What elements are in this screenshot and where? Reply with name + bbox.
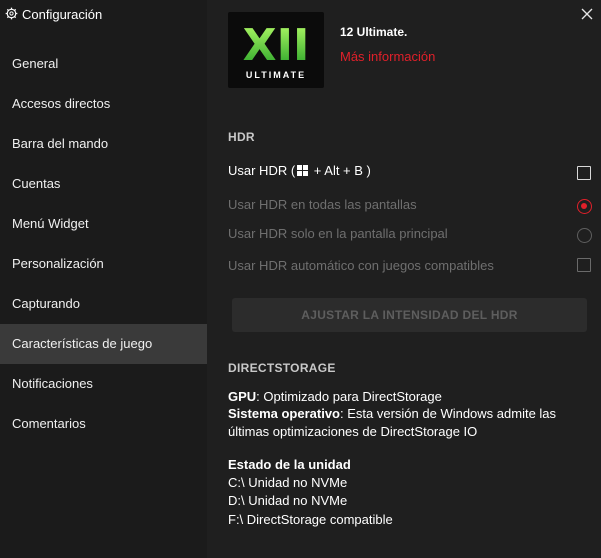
hdr-main-screen-label: Usar HDR solo en la pantalla principal: [228, 226, 448, 241]
auto-hdr-label: Usar HDR automático con juegos compatibl…: [228, 258, 494, 273]
sidebar-item-notificaciones[interactable]: Notificaciones: [0, 364, 207, 404]
os-status-line2: últimas optimizaciones de DirectStorage …: [228, 424, 478, 439]
adjust-hdr-intensity-button[interactable]: AJUSTAR LA INTENSIDAD DEL HDR: [232, 298, 587, 332]
sidebar-item-menu-widget[interactable]: Menú Widget: [0, 204, 207, 244]
drive-status-item: C:\ Unidad no NVMe: [228, 475, 348, 490]
gpu-status: GPU: Optimizado para DirectStorage: [228, 389, 442, 404]
more-info-link[interactable]: Más información: [340, 49, 435, 64]
sidebar-item-personalizacion[interactable]: Personalización: [0, 244, 207, 284]
sidebar-item-caracteristicas-de-juego[interactable]: Características de juego: [0, 324, 207, 364]
hdr-main-screen-radio[interactable]: [577, 228, 592, 243]
directstorage-section-title: DIRECTSTORAGE: [228, 361, 336, 375]
edition-logo: XII ULTIMATE: [228, 12, 324, 88]
use-hdr-checkbox[interactable]: [577, 166, 591, 180]
logo-subtitle: ULTIMATE: [245, 70, 307, 80]
hdr-all-screens-label: Usar HDR en todas las pantallas: [228, 197, 417, 212]
use-hdr-label: Usar HDR ( + Alt + B ): [228, 163, 371, 178]
sidebar-item-capturando[interactable]: Capturando: [0, 284, 207, 324]
gpu-label: GPU: [228, 389, 257, 404]
sidebar-item-comentarios[interactable]: Comentarios: [0, 404, 207, 444]
auto-hdr-checkbox[interactable]: [577, 258, 591, 272]
sidebar-item-general[interactable]: General: [0, 44, 207, 84]
drive-status-title: Estado de la unidad: [228, 457, 351, 472]
os-label: Sistema operativo: [228, 406, 340, 421]
sidebar-item-cuentas[interactable]: Cuentas: [0, 164, 207, 204]
edition-text: 12 Ultimate.: [340, 25, 408, 39]
svg-text:XII: XII: [243, 20, 310, 70]
windows-logo-icon: [297, 165, 309, 176]
drive-status-item: D:\ Unidad no NVMe: [228, 493, 348, 508]
gpu-value: : Optimizado para DirectStorage: [256, 389, 442, 404]
gear-icon: [5, 7, 18, 20]
close-icon[interactable]: [578, 4, 598, 24]
drive-status-item: F:\ DirectStorage compatible: [228, 512, 393, 527]
sidebar-item-accesos-directos[interactable]: Accesos directos: [0, 84, 207, 124]
os-status: Sistema operativo: Esta versión de Windo…: [228, 406, 556, 421]
use-hdr-prefix: Usar HDR (: [228, 163, 296, 178]
xii-logo-icon: XII: [243, 20, 310, 71]
sidebar: General Accesos directos Barra del mando…: [0, 0, 207, 558]
hdr-section-title: HDR: [228, 130, 255, 144]
os-value: : Esta versión de Windows admite las: [340, 406, 557, 421]
window-title: Configuración: [22, 7, 103, 22]
hdr-all-screens-radio[interactable]: [577, 199, 592, 214]
use-hdr-suffix: + Alt + B ): [310, 163, 371, 178]
sidebar-item-barra-del-mando[interactable]: Barra del mando: [0, 124, 207, 164]
